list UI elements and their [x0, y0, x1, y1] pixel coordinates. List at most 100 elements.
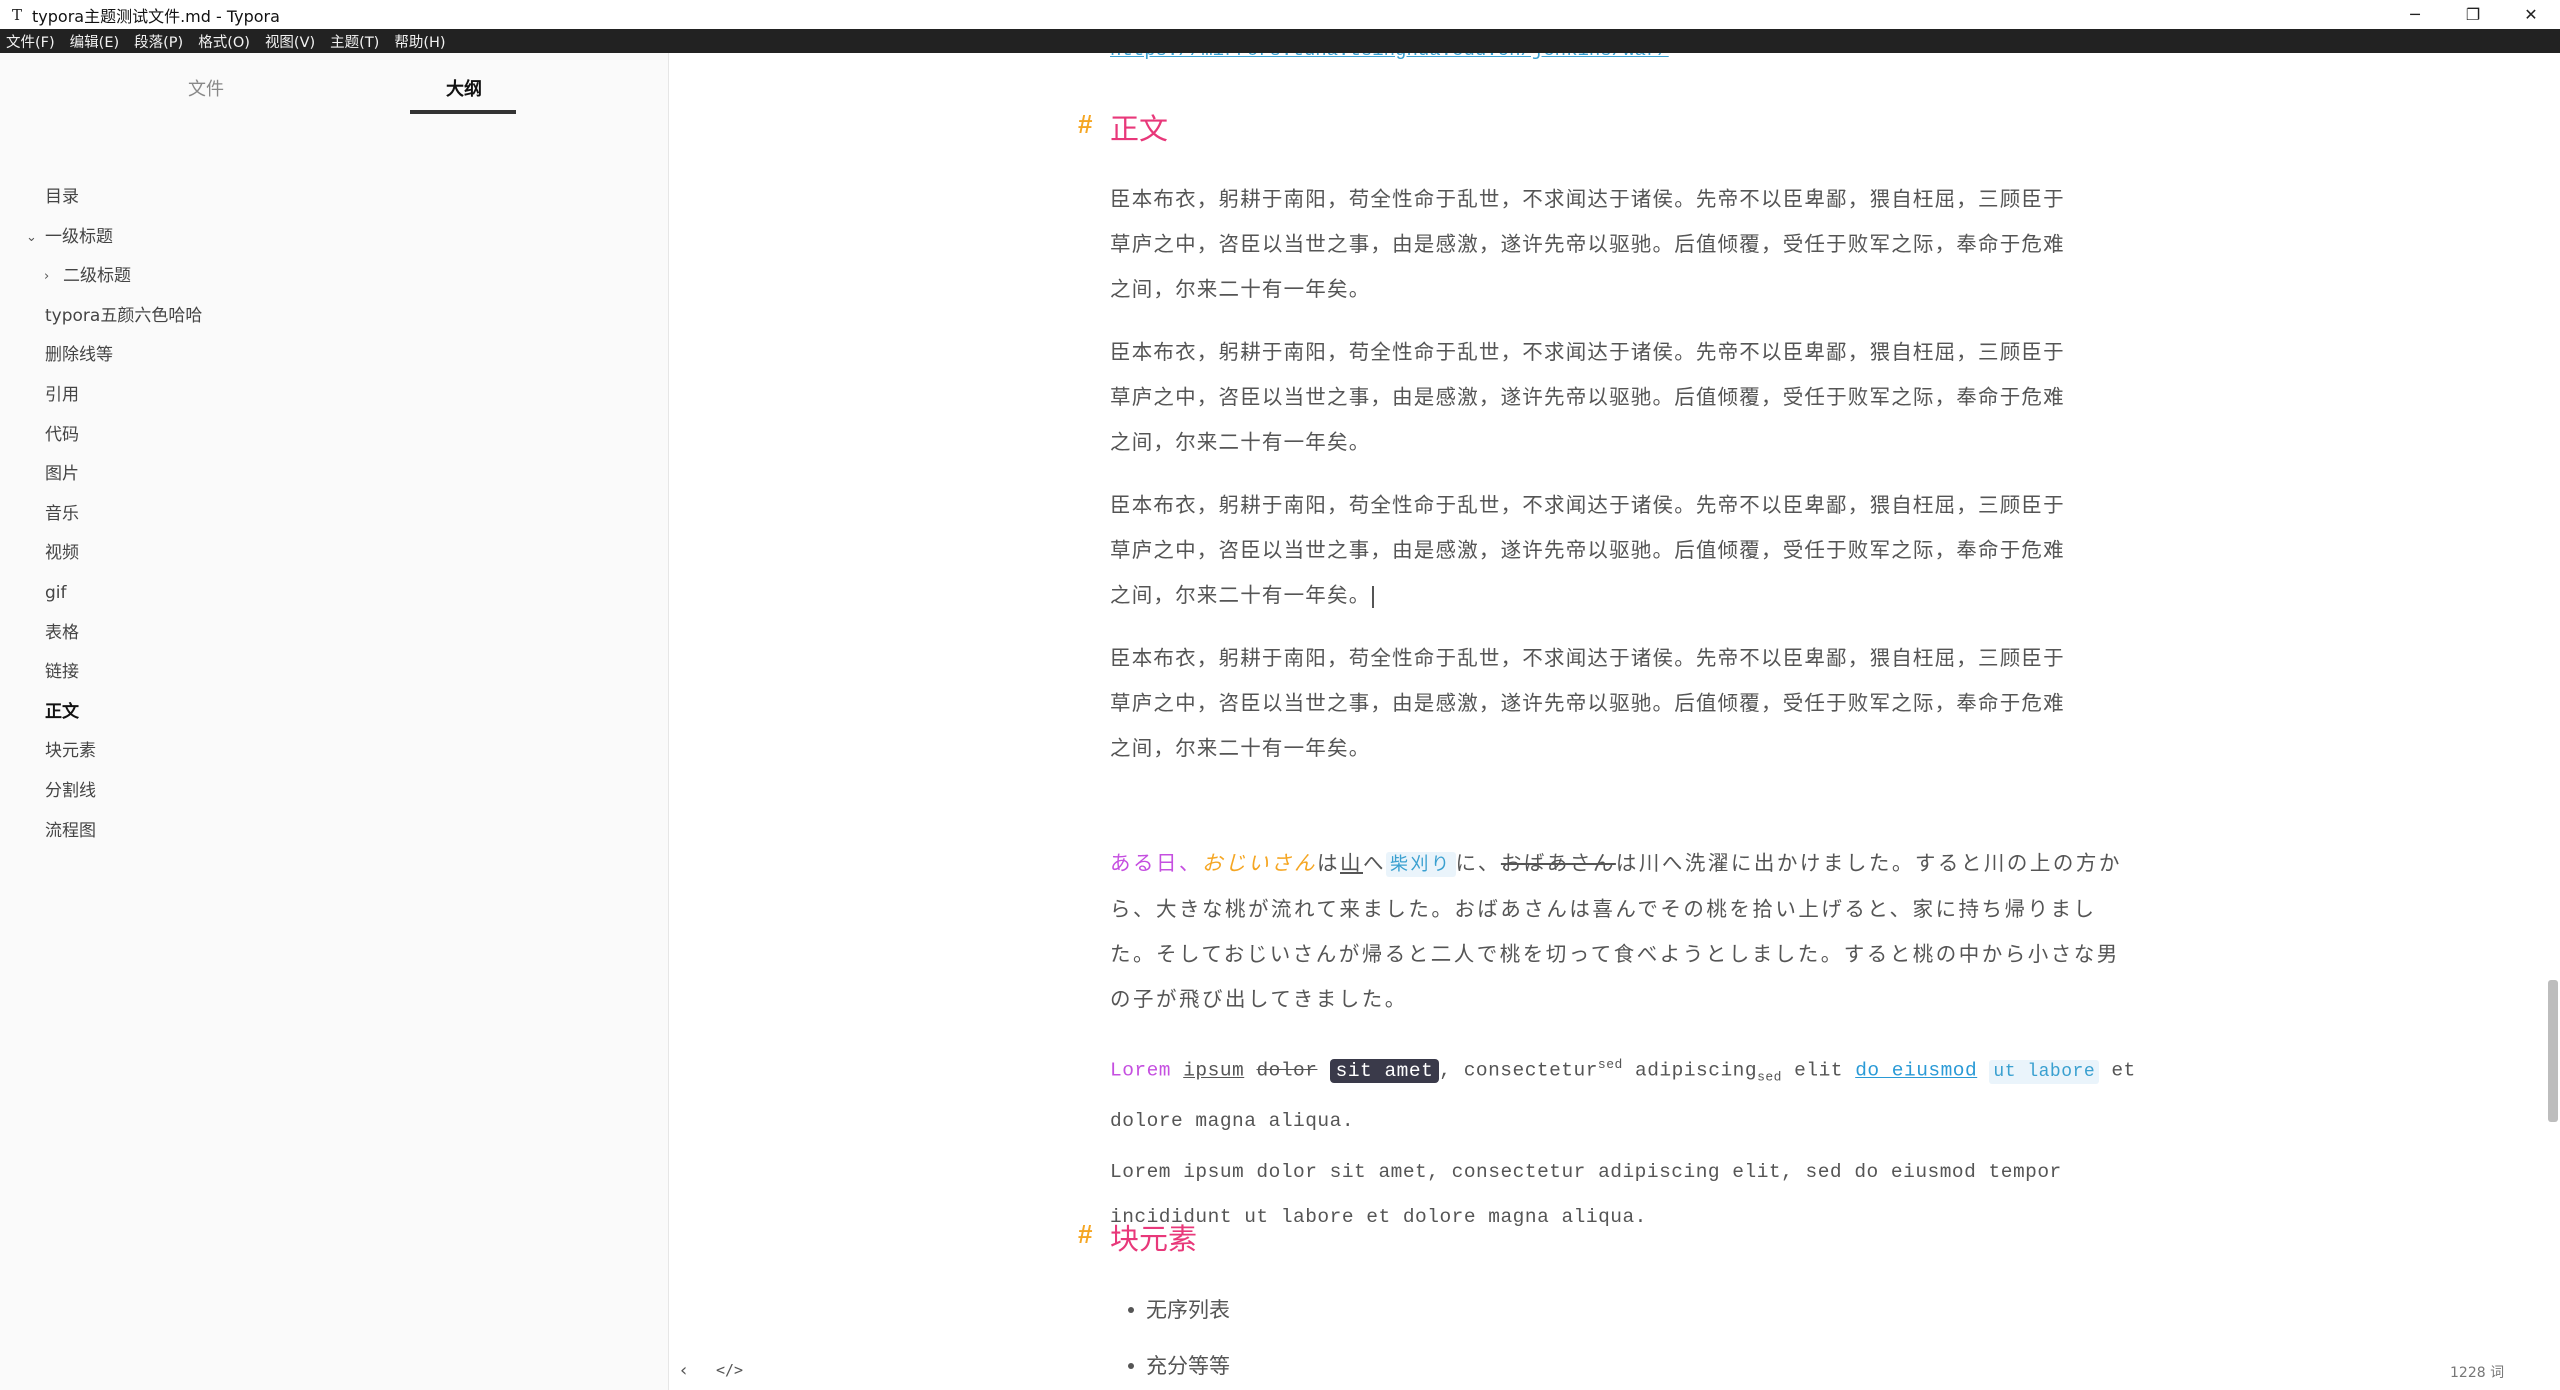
plain-text: へ: [1363, 851, 1386, 875]
text-line: 之间，尔来二十有一年矣。: [1110, 583, 1371, 607]
outline-item[interactable]: 代码: [0, 416, 669, 456]
toggle-sidebar-icon[interactable]: ‹: [680, 1360, 687, 1381]
outline-item-label: 表格: [45, 622, 79, 643]
editor-pane[interactable]: https://mirrors.tuna.tsinghua.edu.cn/jen…: [670, 53, 2560, 1390]
outline-item[interactable]: 图片: [0, 455, 669, 495]
menu-help[interactable]: 帮助(H): [394, 31, 445, 52]
text-line: 之间，尔来二十有一年矣。: [1110, 277, 1371, 301]
outline-item-label: 分割线: [45, 780, 96, 801]
minimize-icon[interactable]: ─: [2386, 0, 2444, 29]
plain-text: elit: [1794, 1059, 1843, 1082]
outline-item[interactable]: 视频: [0, 534, 669, 574]
plain-text: adipiscing: [1635, 1059, 1758, 1082]
outline-item[interactable]: 音乐: [0, 495, 669, 535]
inline-code: sit amet: [1329, 1058, 1440, 1083]
plain-text: は川へ洗濯に出かけました。すると川の上の方か: [1615, 851, 2122, 875]
chevron-right-icon[interactable]: ›: [44, 257, 49, 297]
menu-edit[interactable]: 编辑(E): [70, 31, 119, 52]
outline-item[interactable]: 表格: [0, 614, 669, 654]
text-line: 草庐之中，咨臣以当世之事，由是感激，遂许先帝以驱驰。后值倾覆，受任于败军之际，奉…: [1110, 232, 2065, 256]
paragraph-classical[interactable]: 臣本布衣，躬耕于南阳，苟全性命于乱世，不求闻达于诸侯。先帝不以臣卑鄙，猥自枉屈，…: [1110, 483, 2110, 618]
menu-paragraph[interactable]: 段落(P): [134, 31, 183, 52]
bullet-list: 无序列表 充分等等: [1110, 1282, 1230, 1390]
active-tab-indicator: [410, 110, 516, 114]
plain-text: に、: [1455, 851, 1501, 875]
purple-text: ある日、: [1110, 851, 1202, 875]
outline-list: 目录 ⌄ 一级标题 › 二级标题 typora五颜六色哈哈 删除线等 引用 代码 图…: [0, 178, 669, 851]
outline-item-label: 块元素: [45, 741, 96, 762]
sidebar: 文件 大纲 目录 ⌄ 一级标题 › 二级标题 typora五颜六色哈哈 删除线等 引…: [0, 53, 669, 1390]
outline-item[interactable]: 分割线: [0, 772, 669, 812]
text-line: た。そしておじいさんが帰ると二人で桃を切って食べようとしました。すると桃の中から…: [1110, 942, 2120, 966]
word-count[interactable]: 1228 词: [2450, 1362, 2504, 1382]
heading-main[interactable]: 正文: [1110, 106, 1168, 148]
window-controls: ─ ❐ ✕: [2386, 0, 2560, 29]
window-title: typora主题测试文件.md - Typora: [32, 6, 280, 26]
text-line: 草庐之中，咨臣以当世之事，由是感激，遂许先帝以驱驰。后值倾覆，受任于败军之际，奉…: [1110, 385, 2065, 409]
jenkins-link[interactable]: https://mirrors.tuna.tsinghua.edu.cn/jen…: [1110, 53, 1669, 61]
text-line: の子が飛び出してきました。: [1110, 987, 1408, 1011]
outline-item[interactable]: typora五颜六色哈哈: [0, 297, 669, 337]
paragraph-classical[interactable]: 臣本布衣，躬耕于南阳，苟全性命于乱世，不求闻达于诸侯。先帝不以臣卑鄙，猥自枉屈，…: [1110, 177, 2110, 312]
source-code-mode-icon[interactable]: </>: [716, 1361, 743, 1379]
plain-text: et: [2111, 1059, 2136, 1082]
text-cursor: [1372, 585, 1375, 608]
outline-item-label: gif: [45, 582, 67, 603]
text-line: 之间，尔来二十有一年矣。: [1110, 736, 1371, 760]
heading-hash-marker: #: [1078, 109, 1093, 139]
menu-view[interactable]: 视图(V): [265, 31, 315, 52]
text-line: 臣本布衣，躬耕于南阳，苟全性命于乱世，不求闻达于诸侯。先帝不以臣卑鄙，猥自枉屈，…: [1110, 646, 2065, 670]
text-line: 草庐之中，咨臣以当世之事，由是感激，遂许先帝以驱驰。后值倾覆，受任于败军之际，奉…: [1110, 538, 2065, 562]
heading-block-elements[interactable]: 块元素: [1110, 1216, 1197, 1258]
tab-files[interactable]: 文件: [151, 73, 261, 113]
outline-item-label: 删除线等: [45, 345, 113, 366]
menu-file[interactable]: 文件(F): [6, 31, 55, 52]
menu-format[interactable]: 格式(O): [198, 31, 250, 52]
paragraph-lorem-plain[interactable]: Lorem ipsum dolor sit amet, consectetur …: [1110, 1150, 2110, 1240]
restore-icon[interactable]: ❐: [2444, 0, 2502, 29]
highlighted-text: ut labore: [1989, 1059, 2100, 1084]
superscript: sed: [1597, 1057, 1623, 1072]
paragraph-japanese[interactable]: ある日、おじいさんは山へ 柴刈り に、おばあさんは川へ洗濯に出かけました。すると川の…: [1110, 841, 2120, 1022]
outline-item-label: 流程图: [45, 820, 96, 841]
outline-item-label: 正文: [45, 701, 79, 722]
text-line: 臣本布衣，躬耕于南阳，苟全性命于乱世，不求闻达于诸侯。先帝不以臣卑鄙，猥自枉屈，…: [1110, 340, 2065, 364]
outline-item[interactable]: gif: [0, 574, 669, 614]
text-line: 之间，尔来二十有一年矣。: [1110, 430, 1371, 454]
text-line: Lorem ipsum dolor sit amet, consectetur …: [1110, 1161, 2062, 1183]
paragraph-classical[interactable]: 臣本布衣，躬耕于南阳，苟全性命于乱世，不求闻达于诸侯。先帝不以臣卑鄙，猥自枉屈，…: [1110, 636, 2110, 771]
chevron-down-icon[interactable]: ⌄: [26, 218, 37, 258]
inline-link[interactable]: do eiusmod: [1855, 1060, 1977, 1082]
outline-item-label: 一级标题: [45, 226, 113, 247]
outline-item[interactable]: ⌄ 一级标题: [0, 218, 669, 258]
outline-item[interactable]: 目录: [0, 178, 669, 218]
outline-item[interactable]: 块元素: [0, 732, 669, 772]
strikethrough-text: dolor: [1256, 1059, 1318, 1082]
highlighted-text: 柴刈り: [1386, 852, 1456, 877]
tab-outline[interactable]: 大纲: [409, 73, 519, 113]
paragraph-classical[interactable]: 臣本布衣，躬耕于南阳，苟全性命于乱世，不求闻达于诸侯。先帝不以臣卑鄙，猥自枉屈，…: [1110, 330, 2110, 465]
close-icon[interactable]: ✕: [2502, 0, 2560, 29]
scrollbar-thumb[interactable]: [2548, 980, 2558, 1122]
menu-theme[interactable]: 主题(T): [330, 31, 379, 52]
text-line: dolore magna aliqua.: [1110, 1110, 1355, 1133]
outline-item-label: 图片: [45, 464, 79, 485]
outline-item-active[interactable]: 正文: [0, 693, 669, 733]
list-item[interactable]: 充分等等: [1110, 1338, 1230, 1390]
purple-text: Lorem: [1110, 1059, 1172, 1082]
underlined-text: ipsum: [1183, 1059, 1245, 1082]
plain-text: ,: [1439, 1059, 1452, 1082]
outline-item-label: typora五颜六色哈哈: [45, 305, 203, 326]
outline-item[interactable]: 引用: [0, 376, 669, 416]
strikethrough-text: おばあさん: [1500, 851, 1616, 875]
paragraph-lorem-styled[interactable]: Lorem ipsum dolor sit amet, consecteturs…: [1110, 1042, 2135, 1144]
heading-hash-marker: #: [1078, 1219, 1093, 1249]
outline-item[interactable]: 流程图: [0, 812, 669, 852]
list-item[interactable]: 无序列表: [1110, 1282, 1230, 1338]
outline-item-label: 目录: [45, 187, 79, 207]
outline-item[interactable]: 链接: [0, 653, 669, 693]
outline-item[interactable]: › 二级标题: [0, 257, 669, 297]
title-bar: T typora主题测试文件.md - Typora ─ ❐ ✕: [0, 0, 2560, 29]
outline-item[interactable]: 删除线等: [0, 336, 669, 376]
outline-item-label: 链接: [45, 662, 79, 683]
